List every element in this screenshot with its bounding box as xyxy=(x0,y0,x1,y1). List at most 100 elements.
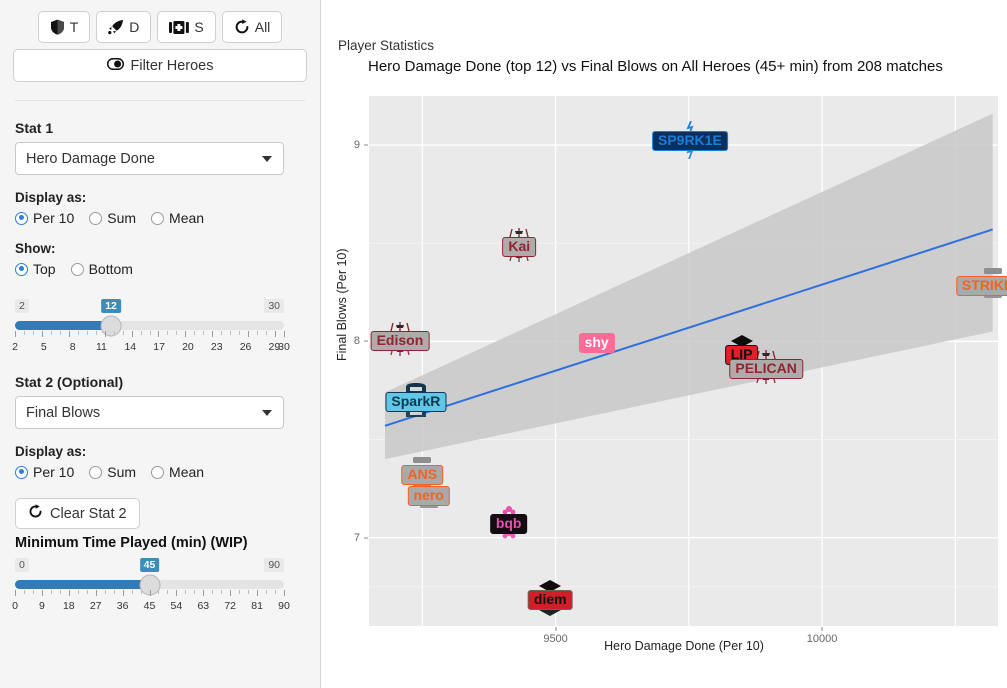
plot-area: 789950010000 SP9RK1ESTRIKERKaiEdisonshyL… xyxy=(354,96,1007,645)
filter-heroes-label: Filter Heroes xyxy=(130,57,214,74)
slider-tick-label: 90 xyxy=(278,600,290,612)
y-tick-mark xyxy=(364,340,368,342)
count-slider[interactable]: 2 12 30 2 5 8 11 14 17 20 23 26 29 30 xyxy=(12,299,290,355)
stat2-display-sum[interactable]: Sum xyxy=(89,464,136,480)
slider-tick-label: 27 xyxy=(89,600,102,612)
stat1-value: Hero Damage Done xyxy=(26,150,155,167)
slider-tick-label: 36 xyxy=(116,600,129,612)
clear-stat2-button[interactable]: Clear Stat 2 xyxy=(15,498,140,529)
role-all-button[interactable]: All xyxy=(221,11,283,43)
toggle-icon xyxy=(106,57,124,74)
y-tick-mark xyxy=(364,144,368,146)
sidebar: T D S All Filter Heroes Stat 1 Hero Dama… xyxy=(0,0,321,688)
slider-tick-label: 9 xyxy=(38,600,45,612)
radio-dot xyxy=(89,465,103,479)
player-label-chip[interactable]: STRIKER xyxy=(955,276,1007,297)
slider-tick-label: 72 xyxy=(224,600,237,612)
stat1-select[interactable]: Hero Damage Done xyxy=(15,142,284,175)
stat1-show-bottom-label: Bottom xyxy=(88,261,133,277)
stat1-display-sum[interactable]: Sum xyxy=(89,210,136,226)
time-slider-min: 0 xyxy=(15,558,29,572)
y-tick-label: 7 xyxy=(353,531,360,544)
stat1-show-label: Show: xyxy=(15,241,56,256)
x-tick-label: 10000 xyxy=(806,633,838,645)
stat1-show-radio-group: Top Bottom xyxy=(15,261,307,277)
count-slider-bounds: 2 12 30 xyxy=(15,299,284,316)
player-label-chip[interactable]: bqb xyxy=(489,513,528,534)
slider-tick-label: 17 xyxy=(153,341,165,353)
count-slider-fill xyxy=(15,321,112,330)
panel-title: Player Statistics xyxy=(338,38,435,53)
stat1-display-sum-label: Sum xyxy=(107,210,137,226)
chevron-down-icon xyxy=(262,409,272,416)
filter-heroes-button[interactable]: Filter Heroes xyxy=(13,49,307,82)
slider-tick-label: 45 xyxy=(143,600,156,612)
refresh-icon xyxy=(234,19,250,35)
refresh-icon xyxy=(28,504,43,523)
player-label-chip[interactable]: diem xyxy=(527,590,573,611)
stat1-display-radio-group: Per 10 Sum Mean xyxy=(15,210,307,226)
radio-dot xyxy=(15,211,28,225)
count-slider-max: 30 xyxy=(264,299,284,313)
stat1-show-top[interactable]: Top xyxy=(15,261,56,277)
role-damage-label: D xyxy=(129,19,140,35)
player-label-chip[interactable]: SP9RK1E xyxy=(651,131,728,152)
chart-panel: Player Statistics Hero Damage Done (top … xyxy=(321,0,1007,688)
stat1-show-top-label: Top xyxy=(33,261,56,277)
stat1-display-per10[interactable]: Per 10 xyxy=(15,210,74,226)
player-label-chip[interactable]: shy xyxy=(578,333,615,354)
radio-dot xyxy=(15,465,28,479)
stat2-display-mean[interactable]: Mean xyxy=(151,464,204,480)
time-slider-max: 90 xyxy=(264,558,284,572)
stat2-select[interactable]: Final Blows xyxy=(15,396,284,429)
stat2-display-label: Display as: xyxy=(15,444,87,459)
x-tick-mark xyxy=(555,627,557,631)
slider-tick-label: 30 xyxy=(278,341,290,353)
slider-tick-label: 2 xyxy=(12,341,18,353)
stat2-display-mean-label: Mean xyxy=(169,464,205,480)
player-label-chip[interactable]: Edison xyxy=(370,331,430,352)
radio-dot xyxy=(15,262,28,276)
time-slider-track[interactable] xyxy=(15,574,284,595)
slider-tick-label: 11 xyxy=(96,341,107,353)
plot-clip xyxy=(369,96,998,626)
role-damage-button[interactable]: D xyxy=(96,11,152,43)
slider-tick-label: 5 xyxy=(40,341,47,353)
role-support-label: S xyxy=(194,19,204,35)
stat1-show-bottom[interactable]: Bottom xyxy=(70,261,133,277)
role-tank-button[interactable]: T xyxy=(37,11,91,43)
chevron-down-icon xyxy=(262,155,272,162)
time-slider-value: 45 xyxy=(139,558,160,572)
role-filter-button-group: T D S All xyxy=(13,0,307,43)
role-all-label: All xyxy=(254,19,271,35)
x-tick-label: 9500 xyxy=(543,633,568,645)
slider-tick-label: 54 xyxy=(170,600,183,612)
slider-tick-label: 8 xyxy=(69,341,76,353)
y-tick-mark xyxy=(364,537,368,539)
player-label-chip[interactable]: SparkR xyxy=(385,392,447,413)
rocket-icon xyxy=(108,19,124,35)
role-support-button[interactable]: S xyxy=(157,11,216,43)
time-slider-ticks xyxy=(15,590,285,599)
y-tick-label: 9 xyxy=(353,139,360,152)
y-tick-label: 8 xyxy=(353,335,360,348)
stat2-display-radio-group: Per 10 Sum Mean xyxy=(15,464,307,480)
time-slider[interactable]: 0 45 90 0 9 18 27 36 45 54 63 72 81 90 xyxy=(12,558,290,614)
time-slider-fill xyxy=(15,580,150,589)
player-label-chip[interactable]: nero xyxy=(407,486,450,507)
player-label-chip[interactable]: PELICAN xyxy=(729,358,803,379)
player-label-chip[interactable]: ANS xyxy=(401,464,444,485)
player-label-chip[interactable]: Kai xyxy=(502,237,537,258)
radio-dot xyxy=(89,211,103,225)
radio-dot xyxy=(151,465,165,479)
stat1-label: Stat 1 xyxy=(15,120,54,136)
count-slider-track[interactable] xyxy=(15,315,284,336)
stat1-display-label: Display as: xyxy=(15,190,87,205)
stat1-display-mean[interactable]: Mean xyxy=(151,210,204,226)
time-slider-tick-labels: 0 9 18 27 36 45 54 63 72 81 90 xyxy=(12,600,290,614)
x-tick-mark xyxy=(821,627,823,631)
stat2-label: Stat 2 (Optional) xyxy=(15,374,124,390)
role-tank-label: T xyxy=(69,19,79,35)
time-slider-bounds: 0 45 90 xyxy=(15,558,284,575)
stat2-display-per10[interactable]: Per 10 xyxy=(15,464,74,480)
